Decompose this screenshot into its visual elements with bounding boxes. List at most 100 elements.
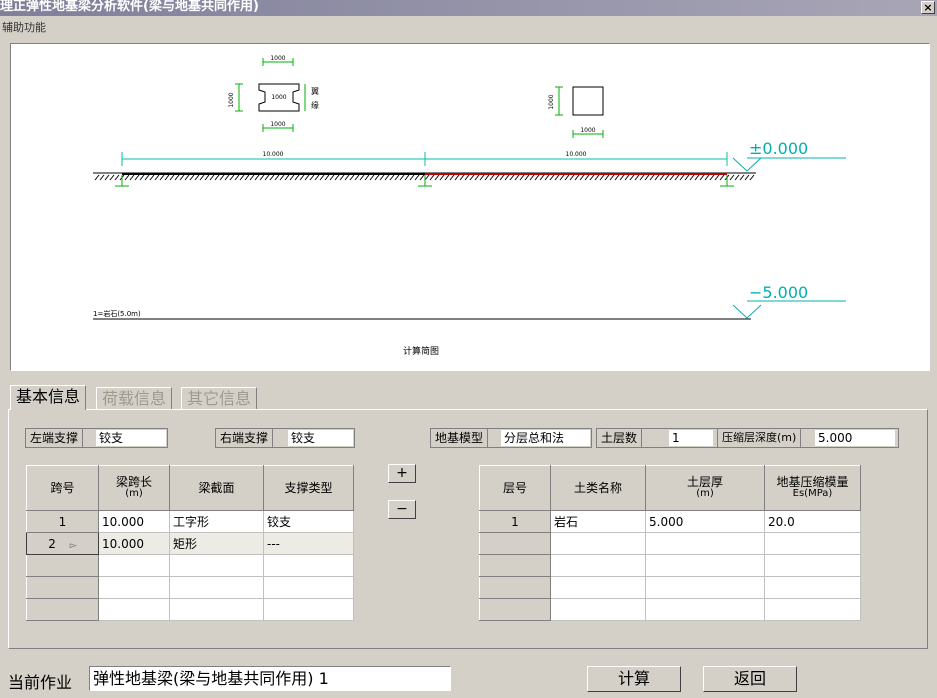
drawing-canvas: 1000 1000 1000 1000 翼 缘 1000 1000 10.000… [10,43,930,371]
right-support-group: 右端支撑 铰支 [215,428,355,448]
empty-cell[interactable] [764,576,861,599]
empty-cell[interactable] [98,576,170,599]
empty-cell[interactable] [550,554,646,577]
rect-section-figure [555,86,604,138]
table-row[interactable] [479,598,861,621]
foundation-model-group: 地基模型 分层总和法 [430,428,592,448]
layer-row-number[interactable] [479,532,551,555]
modulus-cell[interactable]: 20.0 [764,510,861,533]
empty-cell[interactable] [645,554,765,577]
empty-cell[interactable] [263,576,354,599]
empty-cell[interactable] [550,598,646,621]
empty-cell[interactable] [764,598,861,621]
empty-cell[interactable] [169,576,264,599]
modulus-unit: Es(MPa) [792,488,833,499]
right-support-field[interactable]: 铰支 [288,430,353,446]
compress-depth-label: 压缩层深度(m) [717,429,802,447]
elevation-top-marker [732,157,846,172]
elevation-bottom-marker [732,300,846,319]
close-button[interactable]: × [921,1,935,14]
span-row-number-text: 2 [48,536,56,551]
table-row[interactable]: 2 ▻ 10.000 矩形 --- [26,532,354,555]
elevation-bottom-label: −5.000 [749,283,808,302]
empty-cell[interactable] [645,576,765,599]
empty-cell[interactable] [263,554,354,577]
soil-name-cell[interactable]: 岩石 [550,510,646,533]
soil-params-group: 土层数 1 压缩层深度(m) 5.000 [596,428,899,448]
table-row[interactable]: 1 岩石 5.000 20.0 [479,510,861,533]
empty-cell[interactable] [764,554,861,577]
layer-no-header: 层号 [479,465,551,511]
modulus-header-text: 地基压缩模量 [776,475,849,489]
table-row[interactable] [479,554,861,577]
modulus-header: 地基压缩模量 Es(MPa) [764,465,861,511]
back-button[interactable]: 返回 [703,666,797,692]
calc-diagram: 1000 1000 1000 1000 翼 缘 1000 1000 10.000… [93,55,846,357]
menu-item-assist[interactable]: 辅助功能 [2,19,46,35]
span-length-header-text: 梁跨长 [115,475,152,489]
table-row[interactable] [26,598,354,621]
add-span-button[interactable]: + [388,464,416,483]
span-row-number[interactable]: 2 ▻ [26,532,99,555]
i-height-dim: 1000 [228,92,235,107]
current-job-field[interactable]: 弹性地基梁(梁与地基共同作用) 1 [89,666,451,691]
empty-cell[interactable] [764,532,861,555]
empty-cell[interactable] [645,598,765,621]
span-section-cell[interactable]: 工字形 [169,510,264,533]
layer-row-number[interactable] [479,576,551,599]
basic-info-panel: 左端支撑 铰支 右端支撑 铰支 地基模型 分层总和法 土层数 1 压缩层深度(m… [8,409,928,649]
tab-load-info[interactable]: 荷载信息 [96,387,173,410]
span1-dim-label: 10.000 [263,151,284,158]
i-bottom-dim: 1000 [270,121,285,128]
span-row-number[interactable] [26,598,99,621]
soil-table: 层号 土类名称 土层厚 (m) 地基压缩模量 Es(MPa) 1 岩石 5.00… [479,465,861,621]
empty-cell[interactable] [98,598,170,621]
span-row-number[interactable] [26,576,99,599]
soil-layer-label: 1=岩石(5.0m) [93,309,141,318]
span-row-number[interactable]: 1 [26,510,99,533]
i-top-dim: 1000 [270,55,285,62]
layer-row-number[interactable]: 1 [479,510,551,533]
span-dimension-line [121,152,728,166]
close-icon: × [923,1,933,14]
table-row[interactable]: 1 10.000 工字形 铰支 [26,510,354,533]
span-length-cell[interactable]: 10.000 [98,532,170,555]
span2-dim-label: 10.000 [566,151,587,158]
table-row[interactable] [26,576,354,599]
span-section-cell[interactable]: 矩形 [169,532,264,555]
empty-cell[interactable] [645,532,765,555]
tab-other-info[interactable]: 其它信息 [181,387,258,410]
title-bar: 理正弹性地基梁分析软件(梁与地基共同作用) × [0,0,937,16]
layer-row-number[interactable] [479,554,551,577]
layer-row-number[interactable] [479,598,551,621]
empty-cell[interactable] [263,598,354,621]
table-row[interactable] [26,554,354,577]
rect-height-dim: 1000 [548,94,555,109]
table-row[interactable] [479,532,861,555]
empty-cell[interactable] [169,554,264,577]
soil-layers-label: 土层数 [597,429,643,447]
row-pointer-icon: ▻ [69,540,77,551]
compress-depth-field[interactable]: 5.000 [815,430,895,446]
soil-layers-field[interactable]: 1 [669,430,713,446]
remove-span-button[interactable]: − [388,500,416,519]
empty-cell[interactable] [550,532,646,555]
empty-cell[interactable] [98,554,170,577]
empty-cell[interactable] [169,598,264,621]
calculate-button[interactable]: 计算 [587,666,681,692]
span-support-cell[interactable]: --- [263,532,354,555]
right-support-label: 右端支撑 [216,429,274,447]
table-row[interactable] [479,576,861,599]
span-support-cell[interactable]: 铰支 [263,510,354,533]
span-length-cell[interactable]: 10.000 [98,510,170,533]
minus-icon: − [396,501,408,517]
layer-thickness-cell[interactable]: 5.000 [645,510,765,533]
tab-basic-info-label: 基本信息 [16,387,81,406]
foundation-model-field[interactable]: 分层总和法 [501,430,590,446]
left-support-field[interactable]: 铰支 [96,430,166,446]
span-row-number[interactable] [26,554,99,577]
tab-basic-info[interactable]: 基本信息 [10,385,87,410]
empty-cell[interactable] [550,576,646,599]
tab-other-info-label: 其它信息 [187,389,252,408]
support-type-header: 支撑类型 [263,465,354,511]
